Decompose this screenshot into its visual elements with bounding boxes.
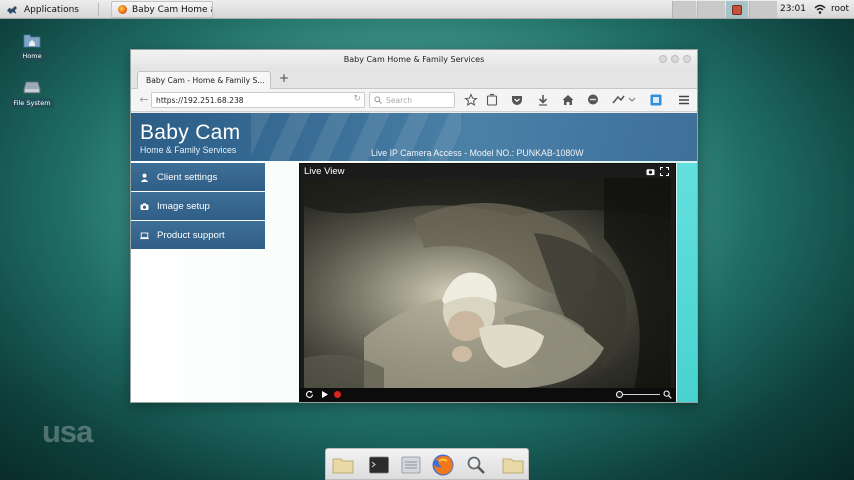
wifi-icon[interactable] — [814, 3, 826, 15]
clock[interactable]: 23:01 — [780, 4, 806, 14]
camera-icon — [140, 202, 149, 210]
play-icon[interactable] — [320, 390, 329, 399]
user-icon — [140, 173, 149, 182]
menu-item-label: Image setup — [157, 200, 210, 212]
workspace-1[interactable] — [672, 1, 696, 18]
window-thumbnail-icon — [732, 4, 742, 15]
user-menu[interactable]: root — [831, 4, 849, 14]
side-menu: Client settings Image setup Product supp… — [131, 163, 265, 250]
camera-feed[interactable] — [304, 178, 671, 389]
menu-item-label: Client settings — [157, 171, 218, 183]
folder-icon[interactable] — [332, 454, 354, 476]
browser-window: Baby Cam Home & Family Services Baby Cam… — [130, 49, 698, 403]
taskbar-window-button[interactable]: Baby Cam Home a... — [111, 1, 213, 18]
live-view-player: Live View — [299, 163, 676, 402]
workspace-4[interactable] — [749, 1, 777, 18]
drive-icon — [23, 81, 41, 94]
pocket-icon[interactable] — [510, 93, 524, 107]
brand-title[interactable]: Baby Cam — [140, 121, 240, 145]
menu-item-label: Product support — [157, 229, 225, 241]
tab-baby-cam[interactable]: Baby Cam - Home & Family S... — [137, 71, 271, 89]
live-view-label: Live View — [304, 166, 345, 177]
workspace-active[interactable] — [726, 1, 748, 18]
workspace-2[interactable] — [697, 1, 725, 18]
video-toolbar — [646, 167, 669, 176]
desktop-icon-home[interactable]: Home — [10, 32, 54, 61]
reload-icon[interactable]: ↻ — [353, 94, 361, 104]
window-titlebar[interactable]: Baby Cam Home & Family Services — [131, 50, 697, 70]
terminal-icon[interactable] — [368, 454, 390, 476]
url-text: https://192.251.68.238 — [156, 96, 244, 105]
record-icon[interactable] — [334, 391, 341, 398]
tab-title: Baby Cam - Home & Family S... — [146, 76, 265, 85]
laptop-icon — [140, 232, 149, 239]
refresh-icon[interactable] — [305, 390, 314, 399]
file-manager-icon[interactable] — [400, 454, 422, 476]
search-placeholder: Search — [386, 96, 413, 105]
baby-feed-image — [304, 178, 671, 389]
minimize-button[interactable] — [659, 55, 667, 63]
dock — [325, 448, 529, 480]
desktop-icon-label: Home — [19, 51, 45, 61]
camera-model-info: Live IP Camera Access - Model NO.: PUNKA… — [371, 148, 584, 158]
window-title: Baby Cam Home & Family Services — [343, 55, 485, 64]
tab-strip: Baby Cam - Home & Family S... + — [131, 70, 697, 89]
search-icon[interactable] — [465, 454, 487, 476]
panel-separator — [98, 3, 99, 16]
folder-home-icon — [23, 34, 41, 48]
home-icon[interactable] — [561, 93, 575, 107]
menu-item-product-support[interactable]: Product support — [131, 221, 265, 249]
maximize-button[interactable] — [671, 55, 679, 63]
search-icon — [374, 96, 382, 104]
back-button[interactable]: ← — [137, 93, 151, 107]
brand-subtitle: Home & Family Services — [140, 145, 237, 155]
reading-list-icon[interactable] — [485, 93, 499, 107]
desktop-icon-label: File System — [10, 98, 54, 108]
zoom-icon[interactable] — [663, 390, 672, 399]
folder-icon[interactable] — [502, 454, 524, 476]
menu-item-image-setup[interactable]: Image setup — [131, 192, 265, 220]
snapshot-camera-icon[interactable] — [646, 167, 655, 176]
top-panel: Applications Baby Cam Home a... 23:01 ro… — [0, 0, 854, 19]
close-button[interactable] — [683, 55, 691, 63]
extension-icon[interactable] — [649, 93, 663, 107]
navigation-toolbar: ← https://192.251.68.238 ↻ Search — [131, 89, 697, 112]
web-page: Baby Cam Home & Family Services Live IP … — [131, 113, 697, 402]
site-header: Baby Cam Home & Family Services Live IP … — [131, 113, 697, 161]
xfce-mouse-icon — [7, 5, 17, 14]
fullscreen-icon[interactable] — [660, 167, 669, 176]
taskbar-window-title: Baby Cam Home a... — [132, 4, 212, 15]
search-input[interactable]: Search — [369, 92, 455, 108]
sync-extension-icon[interactable] — [611, 93, 637, 107]
hamburger-menu-icon[interactable] — [677, 93, 691, 107]
applications-menu-button[interactable]: Applications — [6, 2, 79, 17]
accent-panel — [677, 163, 697, 402]
bookmark-star-icon[interactable] — [464, 93, 478, 107]
window-controls — [659, 55, 691, 63]
menu-item-client-settings[interactable]: Client settings — [131, 163, 265, 191]
chat-icon[interactable] — [586, 93, 600, 107]
firefox-icon — [118, 5, 127, 14]
downloads-icon[interactable] — [536, 93, 550, 107]
url-bar[interactable]: https://192.251.68.238 ↻ — [151, 92, 365, 108]
usa-network-logo: usa — [42, 414, 93, 449]
applications-label: Applications — [24, 4, 79, 15]
video-control-bar — [300, 388, 675, 401]
new-tab-button[interactable]: + — [279, 71, 289, 85]
firefox-icon[interactable] — [431, 453, 455, 477]
desktop-icon-filesystem[interactable]: File System — [10, 79, 54, 108]
zoom-slider-handle[interactable] — [616, 391, 623, 398]
